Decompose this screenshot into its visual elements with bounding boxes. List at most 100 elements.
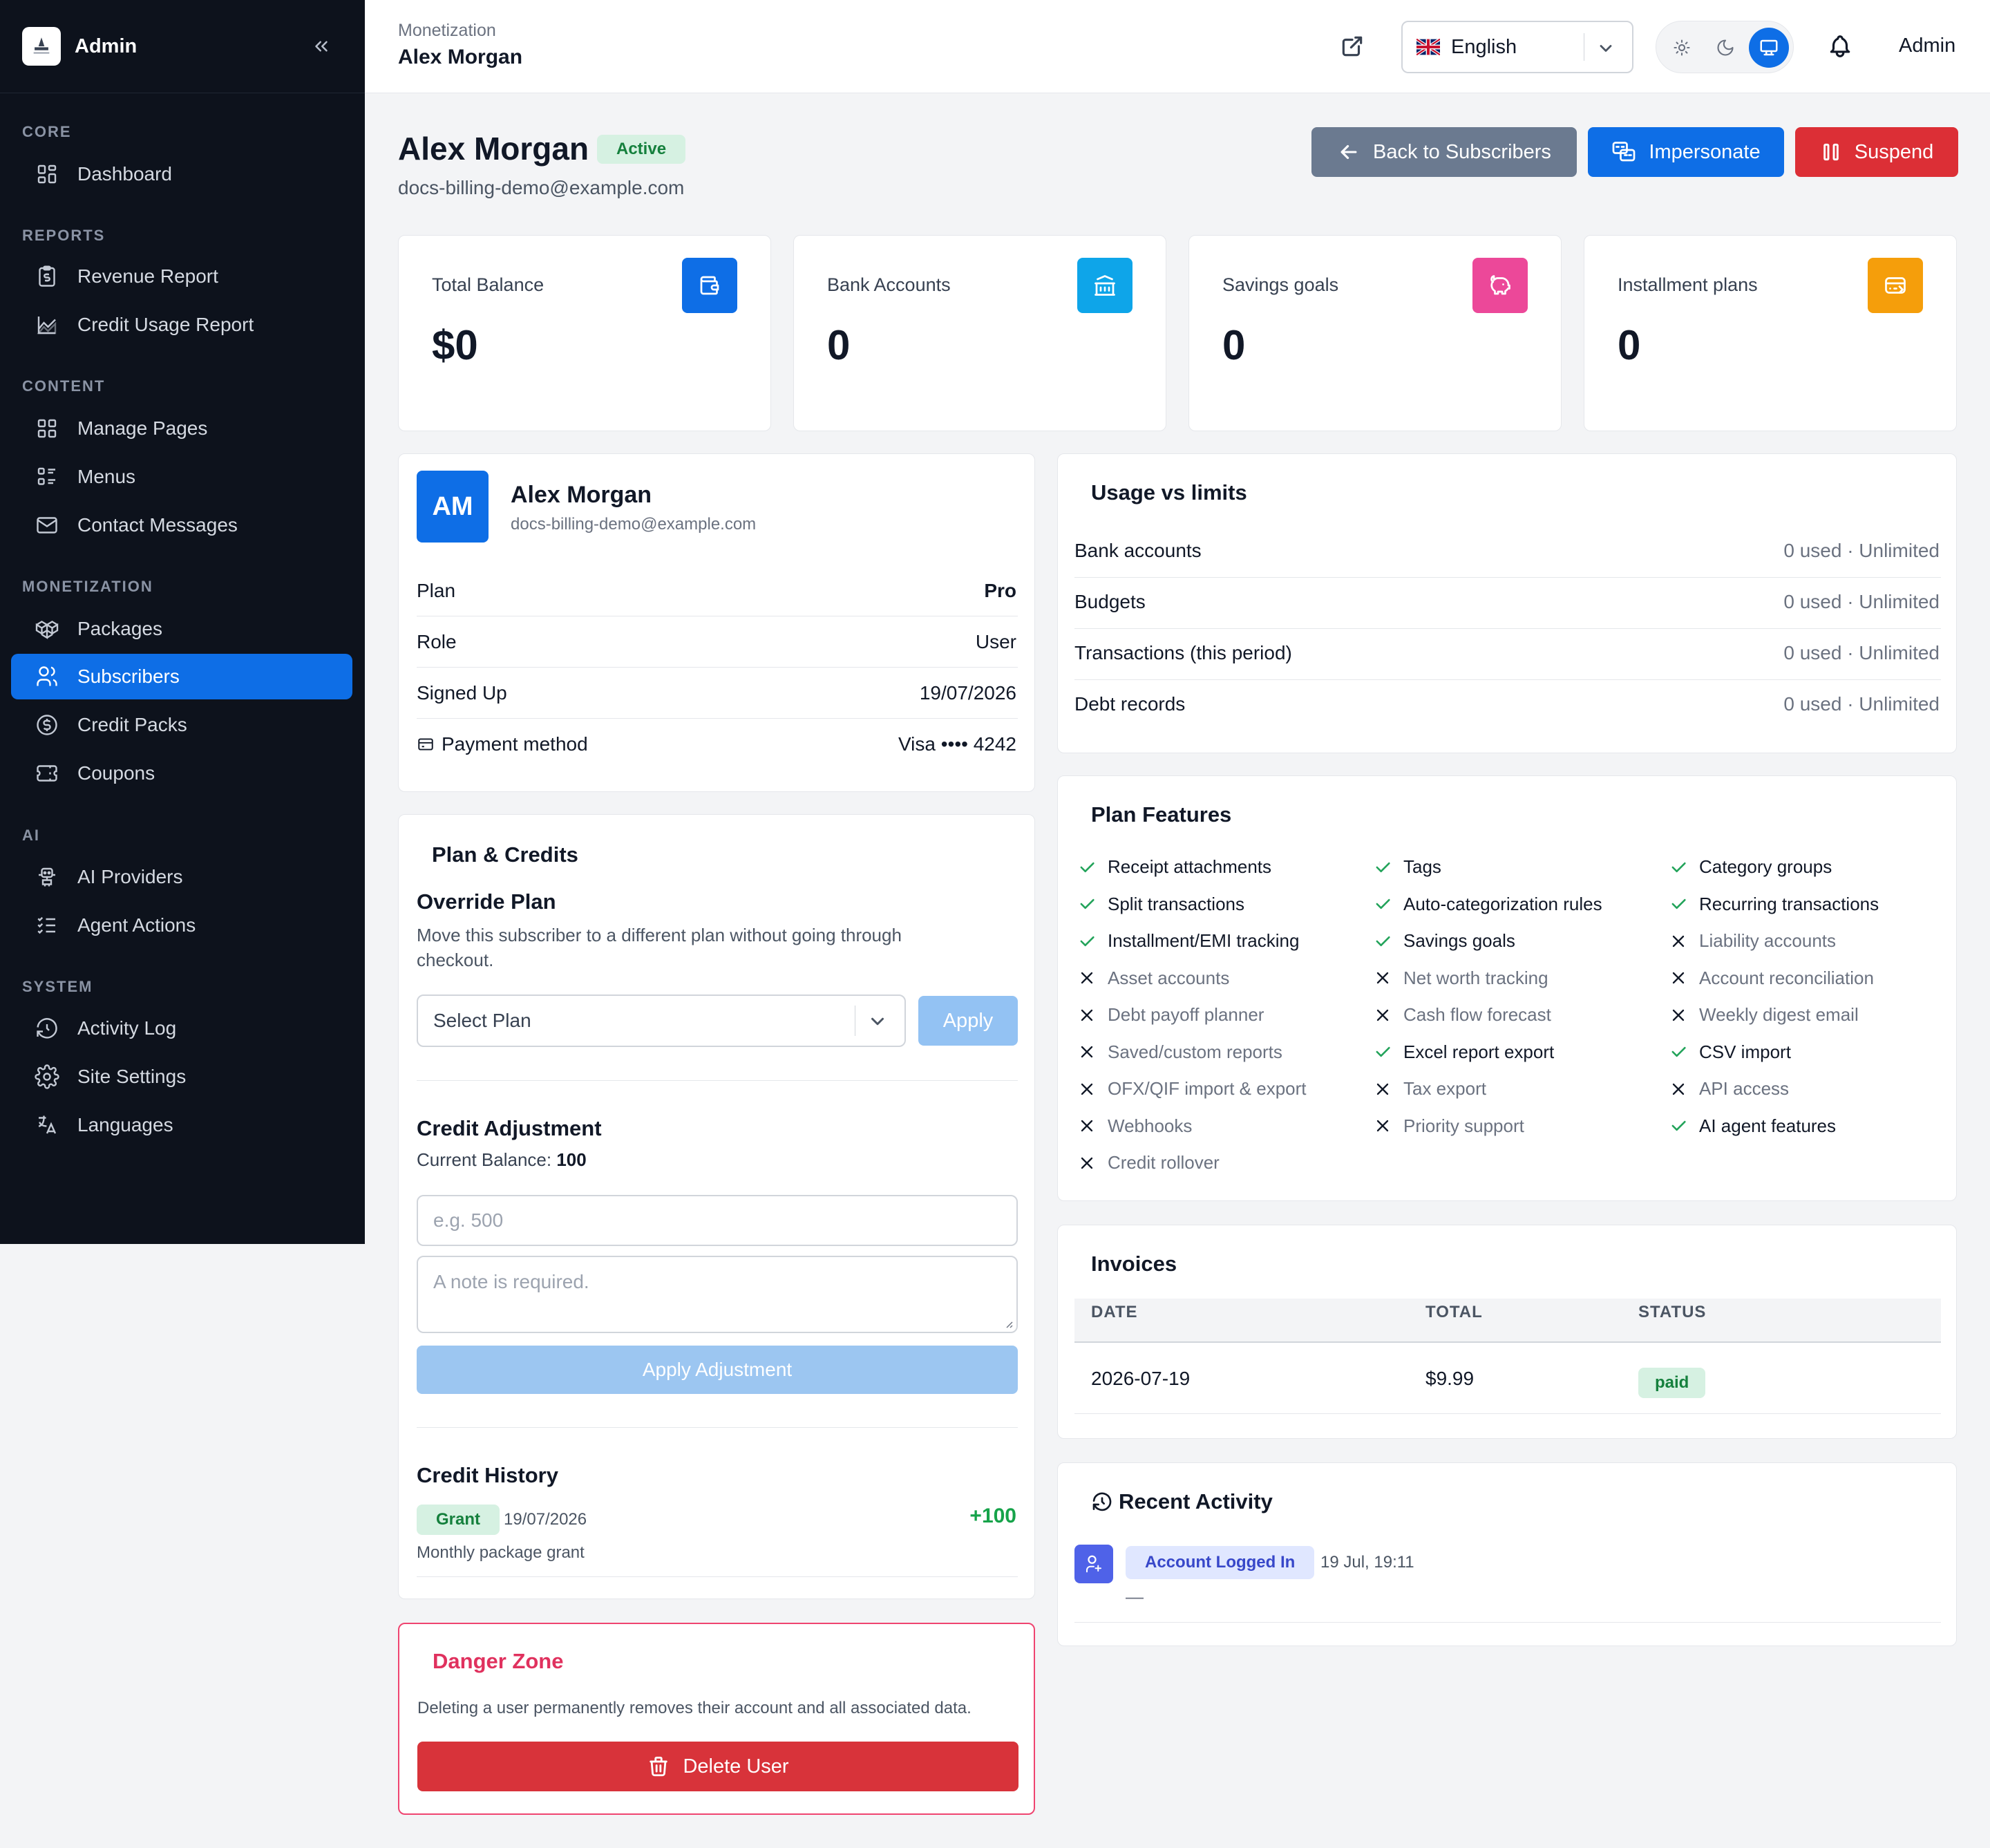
- sidebar-item-menus[interactable]: Menus: [11, 454, 352, 500]
- feature-label: Weekly digest email: [1699, 1004, 1859, 1025]
- x-icon: [1669, 932, 1688, 951]
- stat-value: 0: [1222, 322, 1246, 368]
- x-icon: [1373, 968, 1392, 988]
- danger-zone-card: Danger Zone Deleting a user permanently …: [398, 1623, 1035, 1815]
- sidebar-item-ai-providers[interactable]: AI Providers: [11, 854, 352, 900]
- invoice-status-badge: paid: [1638, 1368, 1706, 1398]
- select-plan-dropdown[interactable]: Select Plan: [417, 994, 906, 1047]
- feature-item: Weekly digest email: [1669, 1004, 1859, 1026]
- feature-label: Saved/custom reports: [1108, 1041, 1282, 1062]
- check-icon: [1669, 1042, 1688, 1062]
- sidebar-item-agent-actions[interactable]: Agent Actions: [11, 903, 352, 948]
- sun-icon[interactable]: [1662, 28, 1702, 68]
- apply-plan-button[interactable]: Apply: [918, 996, 1018, 1046]
- language-select[interactable]: English: [1401, 21, 1633, 73]
- sidebar-item-coupons[interactable]: Coupons: [11, 751, 352, 796]
- impersonate-button[interactable]: Impersonate: [1588, 127, 1784, 177]
- sidebar-item-label: Languages: [77, 1114, 173, 1135]
- sidebar-item-subscribers[interactable]: Subscribers: [11, 654, 352, 699]
- external-link-icon[interactable]: [1339, 33, 1365, 59]
- feature-label: Recurring transactions: [1699, 893, 1879, 914]
- sidebar-item-label: Revenue Report: [77, 265, 218, 287]
- trash-icon: [647, 1755, 670, 1778]
- column-header-status: STATUS: [1638, 1303, 1707, 1321]
- impersonate-icon: [1611, 140, 1636, 164]
- activity-detail: —: [1126, 1586, 1144, 1607]
- sidebar-item-activity-log[interactable]: Activity Log: [11, 1006, 352, 1051]
- piggy-bank-icon: [1472, 258, 1528, 313]
- feature-item: Liability accounts: [1669, 930, 1836, 952]
- sidebar-item-label: Activity Log: [77, 1017, 177, 1039]
- check-icon: [1077, 894, 1097, 914]
- feature-item: OFX/QIF import & export: [1077, 1078, 1307, 1100]
- feature-item: Category groups: [1669, 856, 1832, 878]
- history-icon: [1091, 1491, 1113, 1513]
- bell-icon[interactable]: [1827, 33, 1853, 59]
- feature-item: Net worth tracking: [1373, 968, 1548, 989]
- usage-row-label: Transactions (this period): [1074, 642, 1292, 663]
- feature-label: Tags: [1403, 856, 1441, 877]
- sidebar-item-revenue-report[interactable]: Revenue Report: [11, 254, 352, 299]
- moon-icon[interactable]: [1705, 28, 1745, 68]
- column-header-date: DATE: [1091, 1303, 1138, 1321]
- card-title: Recent Activity: [1119, 1489, 1273, 1514]
- card-title: Invoices: [1091, 1252, 1177, 1276]
- profile-row-label: Plan: [417, 580, 456, 601]
- collapse-sidebar-icon[interactable]: [311, 36, 332, 57]
- credit-history-type-badge: Grant: [417, 1505, 500, 1535]
- credit-history-date: 19/07/2026: [504, 1510, 587, 1529]
- sidebar-item-credit-packs[interactable]: Credit Packs: [11, 702, 352, 748]
- topbar-page-title: Alex Morgan: [398, 46, 523, 68]
- user-menu[interactable]: Admin: [1899, 35, 1955, 57]
- user-login-icon: [1074, 1545, 1113, 1583]
- feature-item: Asset accounts: [1077, 968, 1229, 989]
- stat-card-total-balance: Total Balance $0: [398, 235, 771, 431]
- sidebar-item-languages[interactable]: Languages: [11, 1102, 352, 1148]
- feature-item: Split transactions: [1077, 894, 1244, 915]
- feature-item: Auto-categorization rules: [1373, 894, 1602, 915]
- feature-label: Installment/EMI tracking: [1108, 930, 1300, 951]
- bank-icon: [1077, 258, 1133, 313]
- packages-icon: [35, 616, 59, 641]
- sidebar-item-credit-usage-report[interactable]: Credit Usage Report: [11, 302, 352, 348]
- arrow-left-icon: [1337, 140, 1361, 164]
- current-balance: Current Balance: 100: [417, 1149, 587, 1170]
- monitor-icon[interactable]: [1749, 28, 1789, 68]
- feature-label: Asset accounts: [1108, 967, 1230, 988]
- sidebar-item-site-settings[interactable]: Site Settings: [11, 1054, 352, 1100]
- feature-item: CSV import: [1669, 1041, 1791, 1063]
- check-icon: [1077, 932, 1097, 951]
- sidebar-item-label: Dashboard: [77, 163, 172, 185]
- app-logo[interactable]: [22, 27, 61, 66]
- sidebar-item-label: Subscribers: [77, 666, 180, 687]
- sidebar-item-contact-messages[interactable]: Contact Messages: [11, 502, 352, 548]
- apply-adjustment-button[interactable]: Apply Adjustment: [417, 1346, 1018, 1394]
- feature-label: Net worth tracking: [1403, 967, 1548, 988]
- column-header-total: TOTAL: [1425, 1303, 1483, 1321]
- breadcrumb[interactable]: Monetization: [398, 21, 496, 41]
- recent-activity-card: Recent Activity Account Logged In 19 Jul…: [1057, 1462, 1957, 1646]
- sidebar-item-packages[interactable]: Packages: [11, 606, 352, 652]
- sidebar-section-reports: REPORTS: [22, 227, 106, 244]
- resize-handle-icon[interactable]: [1003, 1318, 1014, 1329]
- profile-row-value: Pro: [984, 580, 1016, 601]
- profile-row-label: Role: [417, 631, 457, 652]
- x-icon: [1077, 1116, 1097, 1135]
- usage-row-label: Budgets: [1074, 591, 1146, 612]
- credit-note-textarea[interactable]: A note is required.: [417, 1256, 1018, 1333]
- x-icon: [1077, 1006, 1097, 1025]
- profile-card: AM Alex Morgan docs-billing-demo@example…: [398, 453, 1035, 792]
- suspend-button[interactable]: Suspend: [1795, 127, 1958, 177]
- x-icon: [1077, 968, 1097, 988]
- sidebar-section-system: SYSTEM: [22, 978, 93, 995]
- credit-amount-input[interactable]: e.g. 500: [417, 1195, 1018, 1246]
- delete-user-button[interactable]: Delete User: [417, 1742, 1018, 1791]
- feature-label: Split transactions: [1108, 893, 1244, 914]
- x-icon: [1373, 1116, 1392, 1135]
- sidebar-item-label: Agent Actions: [77, 914, 196, 936]
- sidebar-item-dashboard[interactable]: Dashboard: [11, 151, 352, 197]
- sidebar-item-manage-pages[interactable]: Manage Pages: [11, 406, 352, 451]
- avatar: AM: [417, 471, 489, 543]
- back-to-subscribers-button[interactable]: Back to Subscribers: [1311, 127, 1577, 177]
- feature-item: Excel report export: [1373, 1041, 1554, 1063]
